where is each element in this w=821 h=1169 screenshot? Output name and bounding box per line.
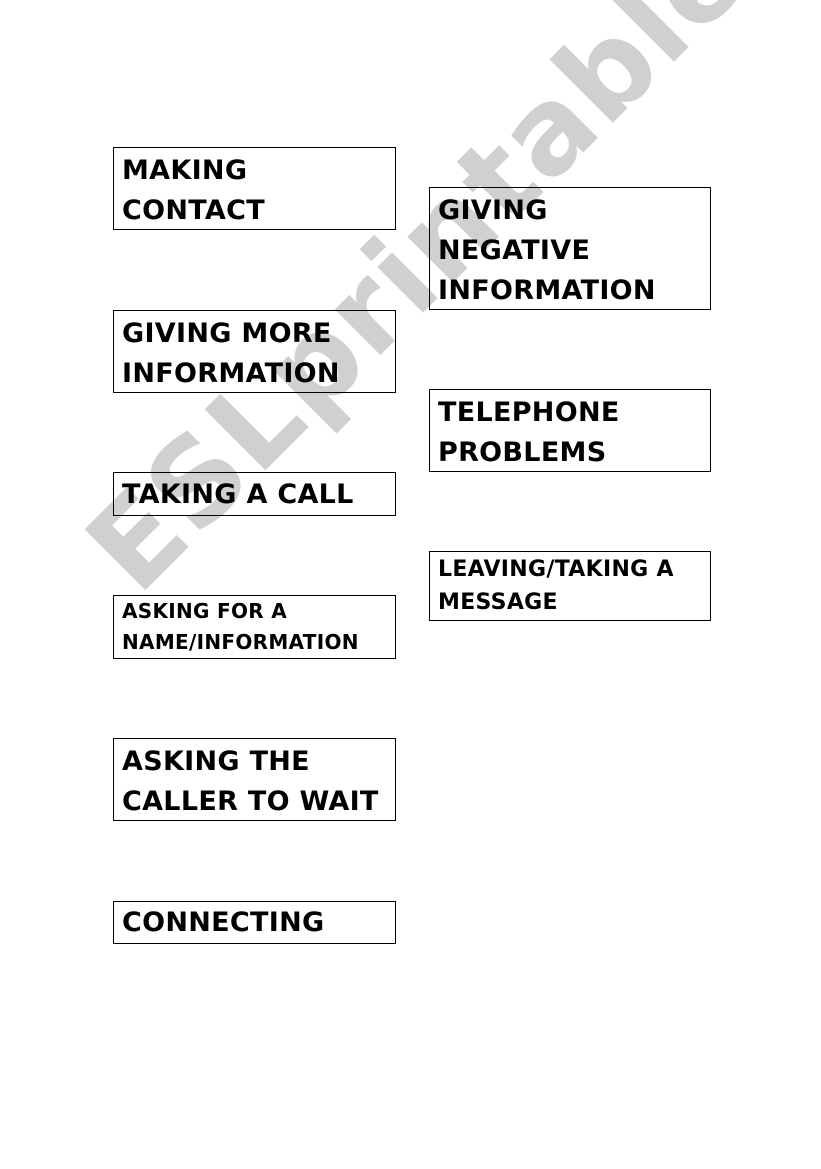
card-asking-caller-to-wait: ASKING THE CALLER TO WAIT — [113, 738, 396, 821]
card-label: GIVING MORE INFORMATION — [122, 318, 340, 389]
card-connecting: CONNECTING — [113, 901, 396, 944]
card-giving-more-information: GIVING MORE INFORMATION — [113, 310, 396, 393]
card-label: TAKING A CALL — [122, 479, 354, 510]
card-label: LEAVING/TAKING A MESSAGE — [438, 557, 674, 615]
card-taking-a-call: TAKING A CALL — [113, 472, 396, 516]
card-making-contact: MAKING CONTACT — [113, 147, 396, 230]
card-telephone-problems: TELEPHONE PROBLEMS — [429, 389, 711, 472]
card-label: GIVING NEGATIVE INFORMATION — [438, 195, 656, 306]
card-label: ASKING FOR A NAME/INFORMATION — [122, 599, 359, 654]
card-label: CONNECTING — [122, 907, 325, 938]
card-label: ASKING THE CALLER TO WAIT — [122, 746, 379, 817]
card-label: MAKING CONTACT — [122, 155, 265, 226]
card-giving-negative-information: GIVING NEGATIVE INFORMATION — [429, 187, 711, 310]
card-label: TELEPHONE PROBLEMS — [438, 397, 620, 468]
card-asking-for-a-name: ASKING FOR A NAME/INFORMATION — [113, 595, 396, 659]
card-leaving-taking-a-message: LEAVING/TAKING A MESSAGE — [429, 551, 711, 621]
